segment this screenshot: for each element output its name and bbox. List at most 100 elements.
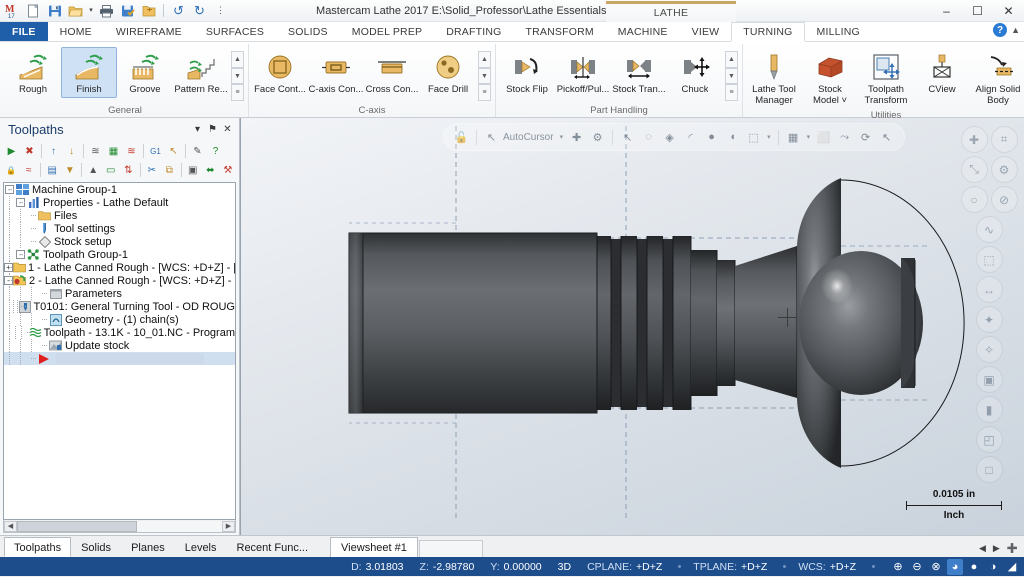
minimize-button[interactable]: – (931, 0, 962, 22)
select-edge-icon[interactable]: ◜ (681, 128, 700, 147)
gallery-expand-icon[interactable]: ≡ (231, 84, 244, 101)
edit-toolpath-icon[interactable]: ✎ (189, 143, 206, 160)
bottom-tab-planes[interactable]: Planes (121, 538, 175, 557)
gallery-up-icon[interactable]: ▲ (231, 51, 244, 68)
import-operation-icon[interactable]: ⬌ (202, 162, 219, 179)
close-button[interactable]: ✕ (993, 0, 1024, 22)
tree-item[interactable] (4, 352, 235, 365)
select-all-dropdown-icon[interactable]: ▾ (767, 133, 771, 141)
undo-icon[interactable]: ↺ (169, 2, 188, 20)
view-tools-rail[interactable]: ✚⌗⤡⚙○⊘∿⬚↔✦✧▣▮◰□ (958, 126, 1020, 483)
ribbon-button-lathe-tool-manager[interactable]: Lathe Tool Manager (746, 47, 802, 109)
ribbon-tab-solids[interactable]: SOLIDS (276, 22, 340, 41)
move-up-icon[interactable]: ▲ (85, 162, 102, 179)
viewsheet-new-slot[interactable] (419, 540, 483, 557)
selection-grid-dropdown-icon[interactable]: ▾ (807, 133, 811, 141)
tree-item[interactable]: Toolpath - 13.1K - 10_01.NC - Program (4, 326, 235, 339)
toolpaths-tree[interactable]: -Machine Group-1-Properties - Lathe Defa… (3, 182, 236, 520)
hscroll-left-button[interactable]: ◀ (4, 521, 17, 532)
new-group-icon[interactable]: ▭ (103, 162, 120, 179)
ribbon-button-chuck[interactable]: Chuck (667, 47, 723, 98)
save-as-icon[interactable] (118, 2, 137, 20)
select-face-icon[interactable]: ◈ (660, 128, 679, 147)
ribbon-tab-milling[interactable]: MILLING (805, 22, 872, 41)
unzoom-icon[interactable]: ⌗ (991, 126, 1018, 153)
tree-expander-cell[interactable] (26, 222, 37, 235)
tree-item[interactable]: +1 - Lathe Canned Rough - [WCS: +D+Z] - … (4, 261, 235, 274)
tree-expander-cell[interactable] (37, 313, 48, 326)
ribbon-button-stock-flip[interactable]: Stock Flip (499, 47, 555, 98)
panel-pin-icon[interactable]: ⚑ (205, 122, 220, 137)
gallery-down-icon[interactable]: ▼ (231, 68, 244, 85)
tree-expander-cell[interactable] (26, 209, 37, 222)
tree-item[interactable]: T0101: General Turning Tool - OD ROUG (4, 300, 235, 313)
ribbon-button-rough[interactable]: Rough (5, 47, 61, 98)
open-dropdown-icon[interactable]: ▾ (87, 2, 95, 20)
status-mode[interactable]: 3D (558, 561, 571, 573)
wireframe-shade-icon[interactable]: ✦ (976, 306, 1003, 333)
tree-expander-cell[interactable] (37, 287, 48, 300)
qat-more-icon[interactable]: ⋮ (211, 2, 230, 20)
gallery-down-icon[interactable]: ▼ (725, 68, 738, 85)
gallery-expand-icon[interactable]: ≡ (478, 84, 491, 101)
toolpaths-tree-hscrollbar[interactable]: ◀ ▶ (3, 520, 236, 533)
tree-expander-cell[interactable]: + (4, 261, 13, 274)
point-snap-icon[interactable]: ✚ (567, 128, 586, 147)
gallery-up-icon[interactable]: ▲ (478, 51, 491, 68)
shaded-view-icon[interactable]: ✧ (976, 336, 1003, 363)
autocursor-icon[interactable]: ↖ (482, 128, 501, 147)
unlock-icon[interactable]: 🔓 (452, 128, 471, 147)
ribbon-button-c-axis-con[interactable]: C-axis Con... (308, 47, 364, 98)
ribbon-tab-turning[interactable]: TURNING (731, 22, 804, 41)
no-rotate-icon[interactable]: ⊘ (991, 186, 1018, 213)
ribbon-button-cview[interactable]: CView (914, 47, 970, 98)
viewsheet-prev-icon[interactable]: ◀ (979, 543, 986, 554)
lock-operation-icon[interactable]: 🔒 (3, 162, 20, 179)
tree-expander-cell[interactable] (26, 352, 37, 365)
view-settings-icon[interactable]: ⚙ (991, 156, 1018, 183)
tree-expander-cell[interactable]: - (4, 274, 13, 287)
ribbon-tab-file[interactable]: FILE (0, 22, 48, 41)
status-coord-d[interactable]: D:3.01803 (351, 561, 403, 573)
status-wcs[interactable]: WCS:+D+Z (798, 561, 856, 573)
bottom-tab-solids[interactable]: Solids (71, 538, 121, 557)
regenerate-selected-icon[interactable]: ↑ (45, 143, 62, 160)
viewsheet-add-icon[interactable]: ➕ (1007, 543, 1018, 554)
new-file-icon[interactable] (24, 2, 43, 20)
autocursor-dropdown-icon[interactable]: ▾ (560, 133, 564, 141)
gallery-up-icon[interactable]: ▲ (725, 51, 738, 68)
hscroll-track[interactable] (17, 521, 222, 532)
tree-expander-cell[interactable]: - (4, 183, 15, 196)
regenerate-invalid-icon[interactable]: ↓ (63, 143, 80, 160)
tree-expander-cell[interactable] (22, 326, 28, 339)
import-folder-icon[interactable] (139, 2, 158, 20)
ribbon-tab-view[interactable]: VIEW (680, 22, 732, 41)
dynamic-rotate-icon[interactable]: ○ (961, 186, 988, 213)
bottom-tab-recent-func[interactable]: Recent Func... (227, 538, 319, 557)
ribbon-tab-home[interactable]: HOME (48, 22, 104, 41)
select-all-operations-icon[interactable]: ▶ (3, 143, 20, 160)
paste-operation-icon[interactable]: ▣ (185, 162, 202, 179)
tree-expander-cell[interactable] (37, 339, 48, 352)
status-coord-z[interactable]: Z:-2.98780 (420, 561, 475, 573)
autocursor-float-toolbar[interactable]: 🔓↖AutoCursor▾✚⚙↖◌◈◜●◖⬚▾▦▾⬜⤳⟳↖ (443, 123, 905, 151)
print-icon[interactable] (97, 2, 116, 20)
window-select-icon[interactable]: ⬜ (814, 128, 833, 147)
refresh-selection-icon[interactable]: ⟳ (856, 128, 875, 147)
bottom-tab-toolpaths[interactable]: Toolpaths (4, 537, 71, 557)
select-wireframe-icon[interactable]: ◌ (639, 128, 658, 147)
fit-view-icon[interactable]: ✚ (961, 126, 988, 153)
simulate-icon[interactable]: ≋ (123, 143, 140, 160)
panel-close-icon[interactable]: ✕ (220, 122, 235, 137)
ribbon-button-align-solid-body[interactable]: Align Solid Body (970, 47, 1024, 109)
spline-curve-icon[interactable]: ∿ (976, 216, 1003, 243)
status-cplane[interactable]: CPLANE:+D+Z (587, 561, 662, 573)
gallery-scroll-general[interactable]: ▲▼≡ (231, 51, 244, 101)
hscroll-thumb[interactable] (17, 521, 137, 532)
ribbon-button-pickoff-pul[interactable]: Pickoff/Pul... (555, 47, 611, 98)
tree-item[interactable]: -Properties - Lathe Default (4, 196, 235, 209)
tree-item[interactable]: Stock setup (4, 235, 235, 248)
save-icon[interactable] (45, 2, 64, 20)
material-display-icon[interactable]: ● (966, 559, 982, 575)
ribbon-tab-surfaces[interactable]: SURFACES (194, 22, 276, 41)
